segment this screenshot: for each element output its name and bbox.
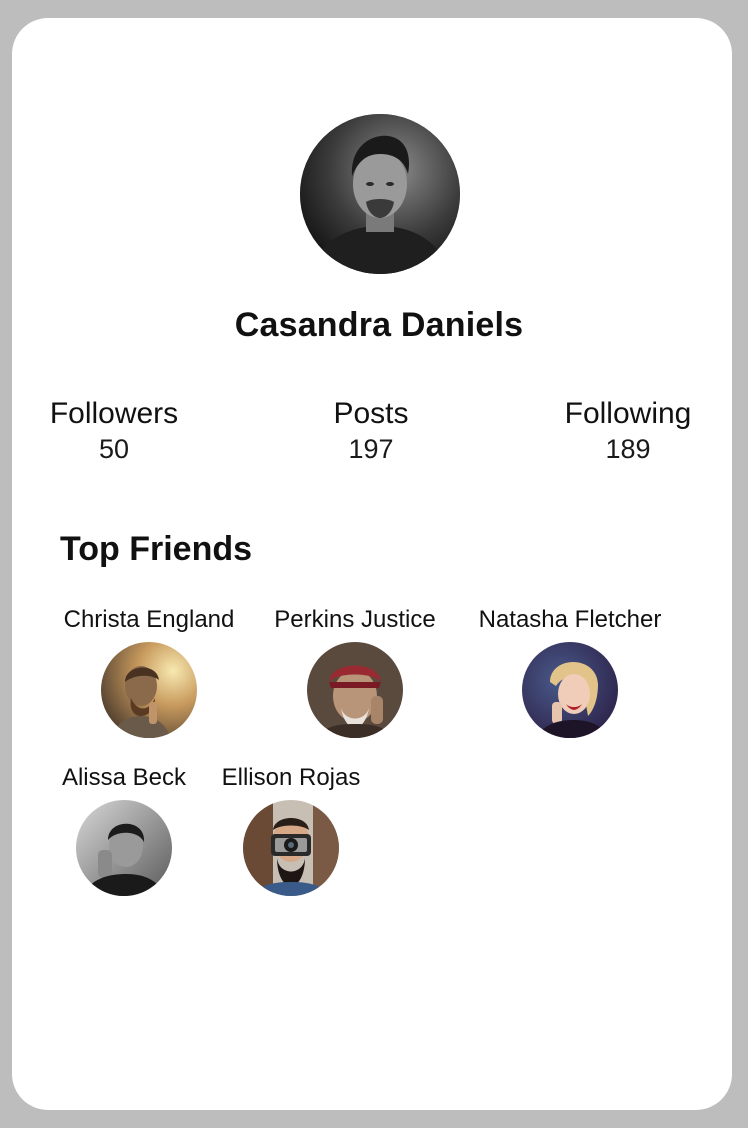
friend-avatar[interactable]: [101, 642, 197, 738]
following-label: Following: [564, 397, 692, 430]
friend-avatar[interactable]: [522, 642, 618, 738]
friend-name: Ellison Rojas: [221, 764, 361, 791]
portrait-photo-icon: [76, 800, 172, 896]
portrait-photo-icon: [307, 642, 403, 738]
following-count: 189: [605, 434, 651, 464]
profile-name: Casandra Daniels: [234, 306, 524, 344]
friend-name: Alissa Beck: [61, 764, 187, 791]
friend-avatar[interactable]: [76, 800, 172, 896]
friend-item[interactable]: Natasha Fletcher: [470, 606, 670, 738]
friend-item[interactable]: Perkins Justice: [266, 606, 444, 738]
friend-name: Perkins Justice: [274, 606, 436, 633]
portrait-photo-icon: [300, 114, 460, 274]
portrait-photo-icon: [101, 642, 197, 738]
friend-avatar[interactable]: [307, 642, 403, 738]
posts-label: Posts: [333, 397, 409, 430]
followers-label: Followers: [49, 397, 179, 430]
followers-stat[interactable]: Followers 50: [12, 396, 224, 466]
portrait-photo-icon: [243, 800, 339, 896]
followers-count: 50: [98, 434, 130, 464]
posts-stat[interactable]: Posts 197: [261, 396, 481, 466]
friend-name: Christa England: [63, 606, 235, 633]
friend-avatar[interactable]: [243, 800, 339, 896]
following-stat[interactable]: Following 189: [518, 396, 732, 466]
portrait-photo-icon: [522, 642, 618, 738]
friend-item[interactable]: Christa England: [58, 606, 240, 738]
top-friends-title: Top Friends: [60, 530, 253, 568]
profile-card: Casandra Daniels Followers 50 Posts 197 …: [12, 18, 732, 1110]
friend-item[interactable]: Ellison Rojas: [218, 764, 364, 896]
friend-name: Natasha Fletcher: [478, 606, 662, 633]
friend-item[interactable]: Alissa Beck: [58, 764, 190, 896]
profile-avatar[interactable]: [300, 114, 460, 274]
posts-count: 197: [348, 434, 394, 464]
